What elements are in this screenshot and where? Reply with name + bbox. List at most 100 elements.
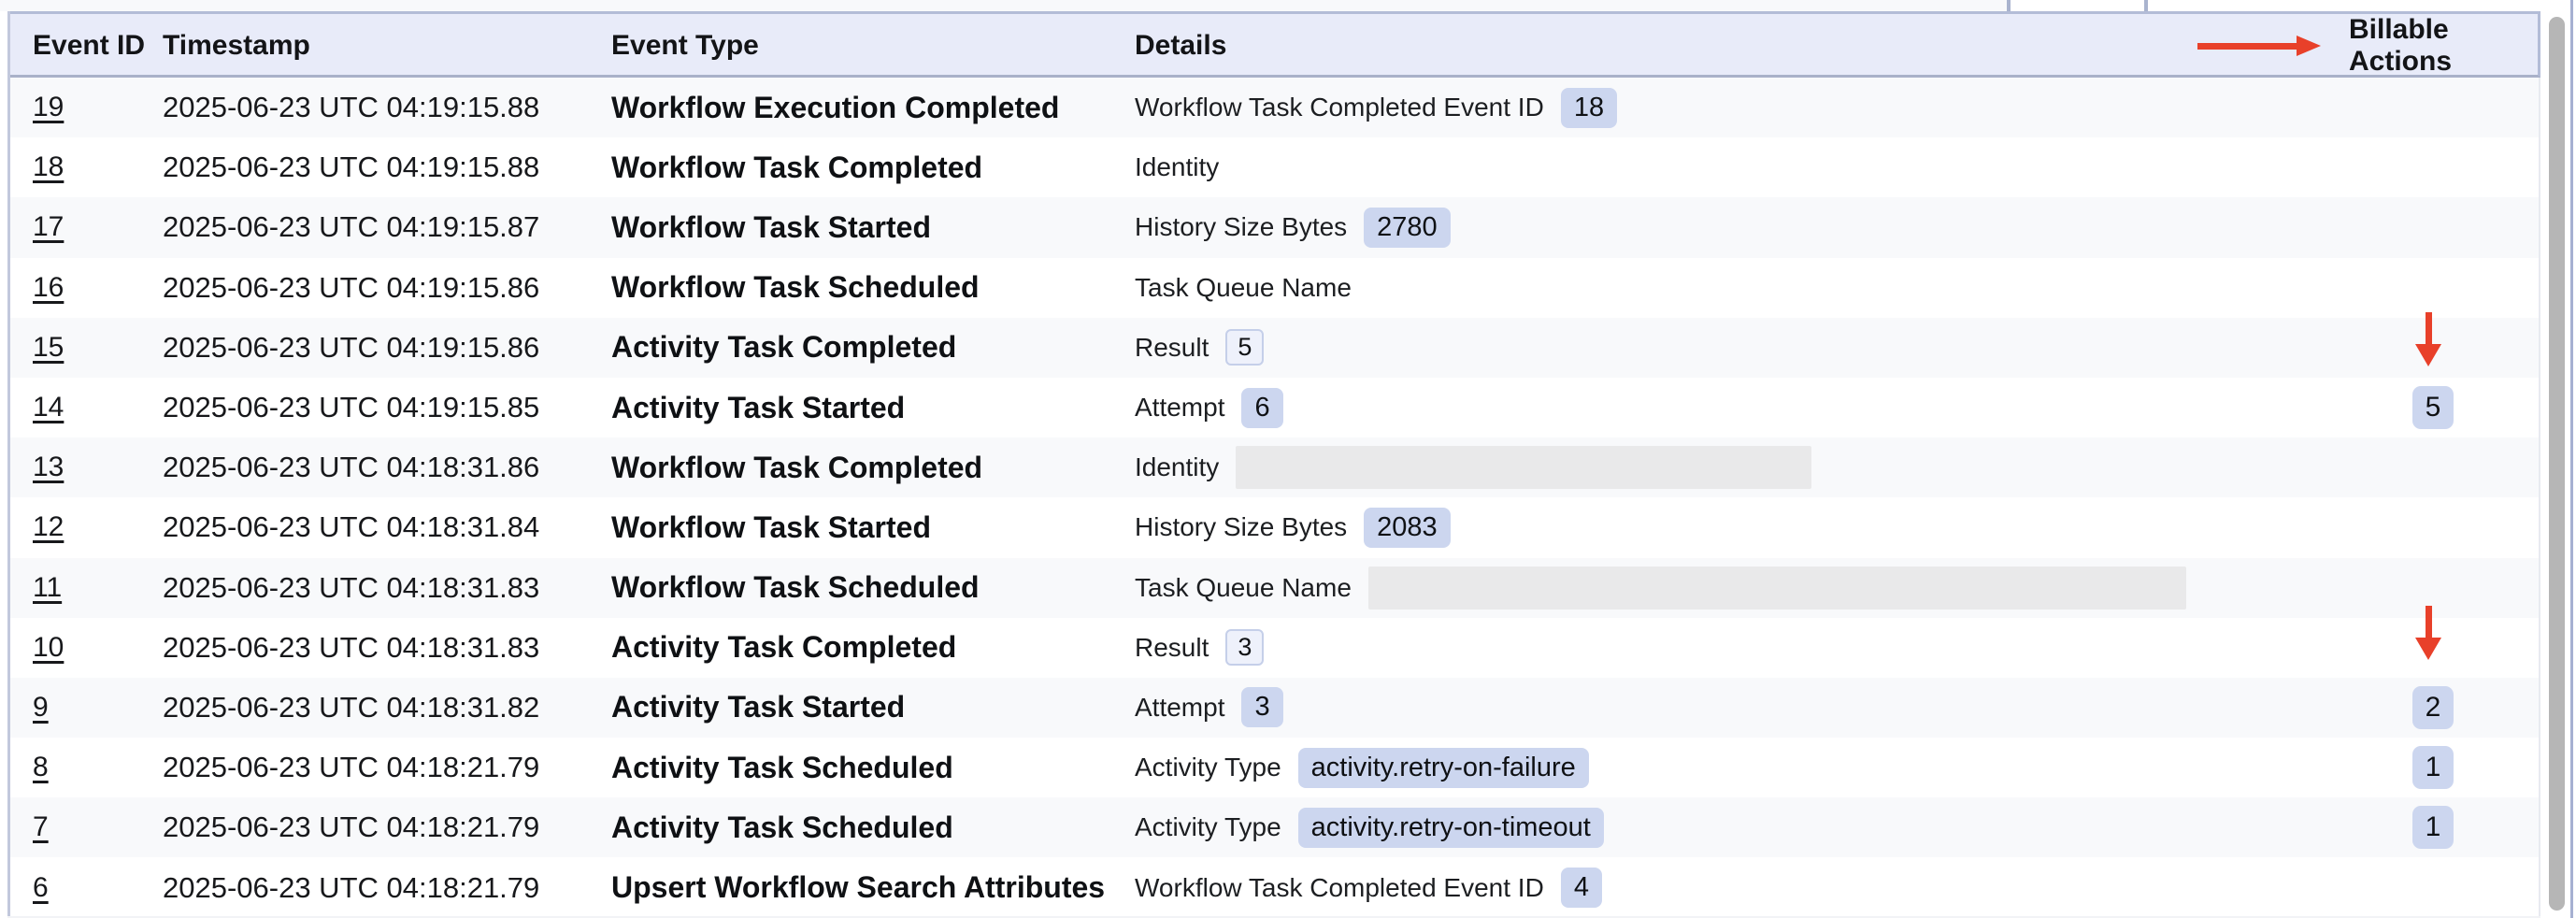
timestamp-cell: 2025-06-23 UTC 04:19:15.88 <box>163 91 611 124</box>
detail-label: History Size Bytes <box>1135 212 1347 242</box>
details-cell: Workflow Task Completed Event ID4 <box>1135 868 2349 908</box>
details-cell: History Size Bytes 2780 <box>1135 208 2349 248</box>
detail-label: Attempt <box>1135 393 1224 423</box>
details-cell: Result 3 <box>1135 629 2349 666</box>
event-row[interactable]: 15 2025-06-23 UTC 04:19:15.86Activity Tas… <box>10 318 2539 378</box>
event-type-cell: Activity Task Completed <box>611 630 1135 665</box>
detail-value-chip: 2780 <box>1364 208 1451 248</box>
window-edge-divider <box>2570 0 2573 918</box>
cropped-toolbar-strip <box>0 0 2576 11</box>
scrollbar-thumb[interactable] <box>2549 17 2565 911</box>
event-history-screen: Event ID Timestamp Event Type Details Bi… <box>0 0 2576 918</box>
redacted-value-box <box>1236 446 1811 489</box>
event-id-link[interactable]: 6 <box>33 872 49 903</box>
event-row[interactable]: 11 2025-06-23 UTC 04:18:31.83Workflow Tas… <box>10 558 2539 618</box>
timestamp-cell: 2025-06-23 UTC 04:19:15.88 <box>163 151 611 184</box>
event-type-cell: Activity Task Completed <box>611 330 1135 365</box>
timestamp-cell: 2025-06-23 UTC 04:19:15.87 <box>163 210 611 244</box>
timestamp-cell: 2025-06-23 UTC 04:19:15.85 <box>163 391 611 424</box>
event-id-cell: 12 <box>33 511 163 543</box>
details-cell: Activity Typeactivity.retry-on-failure <box>1135 748 2349 788</box>
detail-label: Task Queue Name <box>1135 273 1352 303</box>
event-row[interactable]: 142025-06-23 UTC 04:19:15.85Activity Tas… <box>10 378 2539 437</box>
event-type-cell: Workflow Task Started <box>611 210 1135 245</box>
event-id-link[interactable]: 11 <box>33 572 62 603</box>
detail-value-chip: 4 <box>1561 868 1602 908</box>
column-header-timestamp: Timestamp <box>163 30 611 62</box>
detail-value-chip: activity.retry-on-timeout <box>1298 808 1604 848</box>
down-arrow-annotation-icon <box>2415 606 2441 660</box>
details-cell: Identity <box>1135 446 2349 489</box>
toolbar-strip-divider <box>2144 0 2148 11</box>
event-type-cell: Activity Task Scheduled <box>611 810 1135 845</box>
detail-value-chip: 2083 <box>1364 508 1451 548</box>
billable-actions-cell: 1 <box>2349 806 2543 849</box>
detail-value-chip: 3 <box>1241 687 1282 727</box>
event-type-cell: Workflow Task Started <box>611 510 1135 545</box>
event-id-cell: 14 <box>33 392 163 423</box>
event-type-cell: Workflow Task Scheduled <box>611 570 1135 605</box>
event-row[interactable]: 18 2025-06-23 UTC 04:19:15.88Workflow Tas… <box>10 137 2539 197</box>
event-type-cell: Activity Task Scheduled <box>611 751 1135 785</box>
event-id-cell: 19 <box>33 92 163 123</box>
detail-label: Task Queue Name <box>1135 573 1352 603</box>
column-header-billable-actions: Billable Actions <box>2349 14 2543 78</box>
event-id-link[interactable]: 19 <box>33 92 64 122</box>
event-row[interactable]: 12 2025-06-23 UTC 04:18:31.84Workflow Tas… <box>10 497 2539 557</box>
detail-label: Identity <box>1135 452 1219 482</box>
event-id-cell: 15 <box>33 332 163 364</box>
event-id-link[interactable]: 18 <box>33 151 64 182</box>
event-id-cell: 18 <box>33 151 163 183</box>
event-row[interactable]: 162025-06-23 UTC 04:19:15.86Workflow Tas… <box>10 258 2539 318</box>
event-type-cell: Upsert Workflow Search Attributes <box>611 870 1135 905</box>
event-id-link[interactable]: 9 <box>33 692 49 723</box>
event-id-cell: 6 <box>33 872 163 904</box>
column-header-event-id: Event ID <box>33 30 163 62</box>
event-id-link[interactable]: 7 <box>33 811 49 842</box>
billable-count-chip: 1 <box>2412 746 2454 789</box>
event-row[interactable]: 92025-06-23 UTC 04:18:31.82Activity Task… <box>10 678 2539 738</box>
event-id-cell: 7 <box>33 811 163 843</box>
event-row[interactable]: 7 2025-06-23 UTC 04:18:21.79Activity Task… <box>10 797 2539 857</box>
event-id-cell: 16 <box>33 272 163 304</box>
detail-value-chip: 6 <box>1241 388 1282 428</box>
detail-label: Identity <box>1135 152 1219 182</box>
event-id-cell: 13 <box>33 452 163 483</box>
column-header-details: Details <box>1135 30 2349 62</box>
details-cell: Task Queue Name <box>1135 273 2349 303</box>
timestamp-cell: 2025-06-23 UTC 04:18:31.84 <box>163 510 611 544</box>
timestamp-cell: 2025-06-23 UTC 04:18:31.83 <box>163 631 611 665</box>
event-id-link[interactable]: 17 <box>33 211 64 242</box>
down-arrow-annotation-icon <box>2415 312 2441 366</box>
timestamp-cell: 2025-06-23 UTC 04:18:31.86 <box>163 451 611 484</box>
event-id-link[interactable]: 10 <box>33 632 64 663</box>
event-row[interactable]: 10 2025-06-23 UTC 04:18:31.83Activity Tas… <box>10 618 2539 678</box>
event-id-link[interactable]: 13 <box>33 452 64 482</box>
timestamp-cell: 2025-06-23 UTC 04:18:21.79 <box>163 751 611 784</box>
detail-label: Result <box>1135 633 1209 663</box>
details-cell: Activity Typeactivity.retry-on-timeout <box>1135 808 2349 848</box>
detail-label: Workflow Task Completed Event ID <box>1135 93 1544 122</box>
event-row[interactable]: 132025-06-23 UTC 04:18:31.86Workflow Tas… <box>10 437 2539 497</box>
event-id-link[interactable]: 15 <box>33 332 64 363</box>
event-row[interactable]: 192025-06-23 UTC 04:19:15.88Workflow Exe… <box>10 78 2539 137</box>
table-body: 192025-06-23 UTC 04:19:15.88Workflow Exe… <box>10 78 2540 918</box>
event-id-cell: 10 <box>33 632 163 664</box>
column-header-event-type: Event Type <box>611 30 1135 62</box>
detail-value-chip: 3 <box>1225 629 1264 666</box>
event-id-link[interactable]: 8 <box>33 752 49 782</box>
event-row[interactable]: 8 2025-06-23 UTC 04:18:21.79Activity Task… <box>10 738 2539 797</box>
timestamp-cell: 2025-06-23 UTC 04:18:21.79 <box>163 810 611 844</box>
details-cell: History Size Bytes2083 <box>1135 508 2349 548</box>
event-id-link[interactable]: 12 <box>33 511 64 542</box>
event-id-link[interactable]: 16 <box>33 272 64 303</box>
event-row[interactable]: 62025-06-23 UTC 04:18:21.79Upsert Workfl… <box>10 857 2539 917</box>
details-cell: Identity <box>1135 152 2349 182</box>
event-id-link[interactable]: 14 <box>33 392 64 423</box>
event-type-cell: Workflow Task Completed <box>611 151 1135 185</box>
event-row[interactable]: 17 2025-06-23 UTC 04:19:15.87Workflow Tas… <box>10 197 2539 257</box>
details-cell: Attempt3 <box>1135 687 2349 727</box>
billable-count-chip: 2 <box>2412 686 2454 729</box>
timestamp-cell: 2025-06-23 UTC 04:19:15.86 <box>163 331 611 365</box>
timestamp-cell: 2025-06-23 UTC 04:18:31.83 <box>163 571 611 605</box>
